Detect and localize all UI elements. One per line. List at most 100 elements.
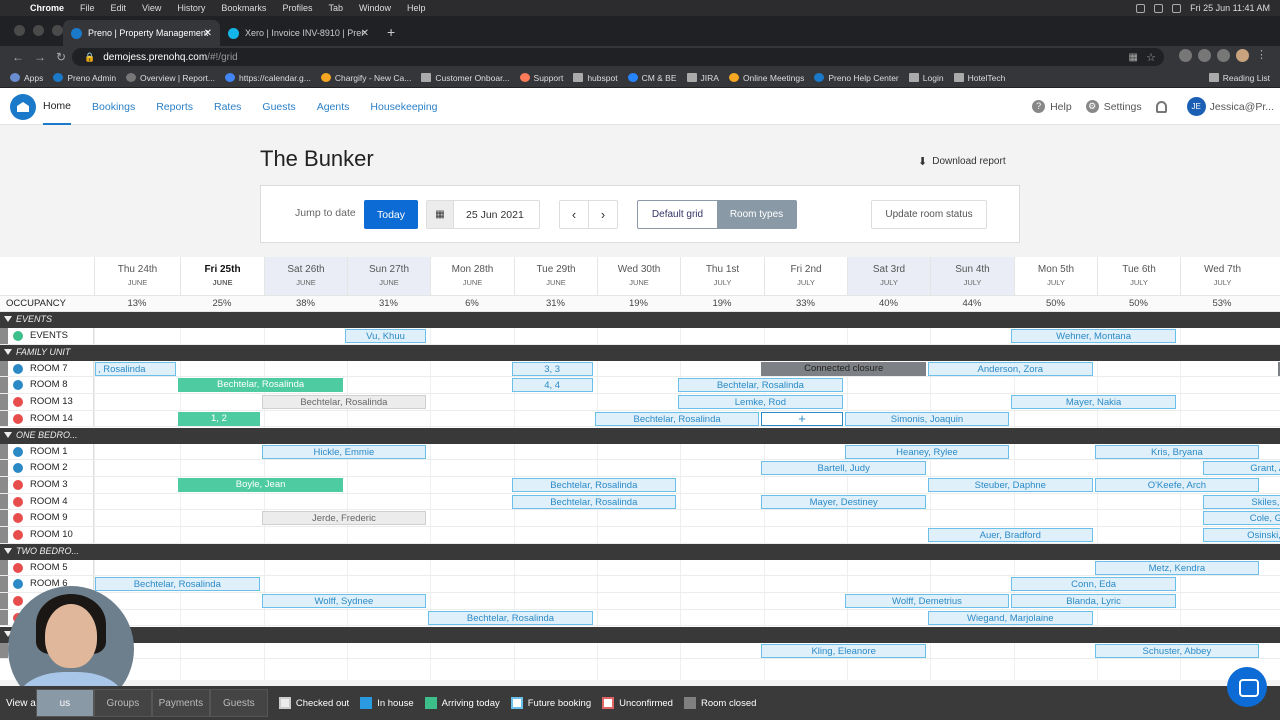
booking-bar[interactable]: Bechtelar, Rosalinda [594, 411, 760, 426]
room-types-button[interactable]: Room types [717, 201, 796, 228]
room-status-icon[interactable] [13, 562, 23, 573]
booking-bar[interactable]: Lemke, Rod [678, 395, 843, 410]
booking-bar[interactable]: Auer, Bradford [928, 528, 1093, 542]
booking-bar[interactable]: 4, 4 [511, 378, 593, 393]
room-status-icon[interactable] [13, 463, 23, 474]
os-menu-item[interactable]: View [142, 3, 161, 13]
browser-tab-preno[interactable]: Preno | Property Management ✕ [63, 20, 220, 46]
room-status-icon[interactable] [13, 397, 23, 408]
booking-bar[interactable]: O'Keefe, Arch [1094, 477, 1260, 492]
preno-logo-icon[interactable] [10, 94, 36, 120]
booking-bar[interactable]: Osinski, Fur [1202, 528, 1280, 542]
booking-bar[interactable]: Metz, Kendra [1094, 560, 1260, 575]
nav-reports[interactable]: Reports [156, 88, 193, 125]
view-tab-0[interactable]: us [35, 689, 94, 717]
booking-bar[interactable]: Bechtelar, Rosalinda [95, 577, 260, 592]
default-grid-button[interactable]: Default grid [638, 201, 717, 228]
group-header[interactable]: ONE BEDRO... [0, 427, 1280, 444]
booking-bar[interactable]: Anderson, Zora [928, 361, 1093, 376]
booking-bar[interactable]: Cole, Gretc [1202, 511, 1280, 526]
room-label[interactable]: ROOM 7 [0, 360, 94, 377]
close-tab-icon[interactable]: ✕ [361, 28, 369, 39]
room-status-icon[interactable] [13, 363, 23, 374]
room-label[interactable]: ROOM 2 [0, 460, 94, 476]
room-label[interactable]: ROOM 10 [0, 527, 94, 543]
view-tab-3[interactable]: Guests [209, 689, 268, 717]
os-menu-item[interactable]: Help [407, 3, 426, 13]
room-status-icon[interactable] [13, 380, 23, 391]
booking-bar[interactable]: Vu, Khuu [344, 329, 427, 343]
booking-bar[interactable]: Skiles, Elie [1202, 494, 1280, 509]
booking-bar[interactable]: Wolff, Demetrius [844, 594, 1010, 609]
bookmark-item[interactable]: CM & BE [627, 73, 677, 83]
booking-bar[interactable]: Kris, Bryana [1094, 444, 1260, 459]
room-label[interactable]: EVENTS [0, 328, 94, 344]
bookmark-item[interactable]: Preno Help Center [814, 73, 899, 83]
group-header[interactable] [0, 626, 1280, 643]
bookmark-item[interactable]: Login [908, 73, 944, 83]
close-window-button[interactable] [14, 25, 25, 36]
room-status-icon[interactable] [13, 479, 23, 490]
more-menu-icon[interactable]: ⋮ [1255, 49, 1268, 62]
bookmark-item[interactable]: Support [519, 73, 563, 83]
forward-icon[interactable]: → [34, 50, 46, 64]
booking-bar[interactable]: Bechtelar, Rosalinda [428, 610, 593, 625]
group-header[interactable]: FAMILY UNIT [0, 344, 1280, 361]
browser-tab-xero[interactable]: Xero | Invoice INV-8910 | Preno ✕ [220, 20, 377, 46]
room-status-icon[interactable] [13, 446, 23, 457]
booking-bar[interactable]: Wehner, Montana [1011, 329, 1176, 343]
group-header[interactable]: TWO BEDRO... [0, 543, 1280, 560]
bookmark-item[interactable]: Apps [10, 73, 43, 83]
booking-bar[interactable]: Boyle, Jean [178, 477, 343, 492]
room-status-icon[interactable] [13, 596, 23, 607]
help-link[interactable]: ? Help [1032, 100, 1072, 113]
zoom-window-button[interactable] [52, 25, 63, 36]
room-label[interactable]: ROOM 14 [0, 410, 94, 427]
nav-rates[interactable]: Rates [214, 88, 241, 125]
reading-list-button[interactable]: Reading List [1208, 73, 1270, 83]
profile-avatar-icon[interactable] [1236, 49, 1249, 62]
bookmark-item[interactable]: Customer Onboar... [421, 73, 510, 83]
calendar-icon[interactable]: ▦ [427, 201, 454, 228]
settings-link[interactable]: ⚙ Settings [1085, 100, 1142, 113]
next-icon[interactable]: › [589, 201, 617, 228]
puzzle-icon[interactable] [1217, 49, 1230, 62]
booking-bar[interactable]: Conn, Eda [1011, 577, 1176, 592]
os-menu-item[interactable]: Profiles [282, 3, 312, 13]
collapse-icon[interactable] [4, 316, 12, 322]
bookmark-item[interactable]: Chargify - New Ca... [320, 73, 411, 83]
os-menu-item[interactable]: Edit [111, 3, 127, 13]
booking-bar[interactable]: Jerde, Frederic [261, 511, 427, 526]
booking-bar[interactable]: Steuber, Daphne [928, 477, 1093, 492]
collapse-icon[interactable] [4, 547, 12, 554]
booking-bar[interactable]: Bechtelar, Rosalinda [511, 494, 677, 509]
avatar[interactable]: JE [1186, 97, 1206, 116]
collapse-icon[interactable] [4, 431, 12, 438]
nav-housekeeping[interactable]: Housekeeping [370, 88, 437, 125]
room-status-icon[interactable] [13, 579, 23, 590]
os-menu-app[interactable]: Chrome [30, 3, 64, 13]
date-picker[interactable]: ▦ 25 Jun 2021 [426, 200, 540, 229]
os-menu-item[interactable]: Window [359, 3, 391, 13]
booking-bar[interactable]: Hickle, Emmie [261, 444, 427, 459]
bookmark-item[interactable]: hubspot [573, 73, 618, 83]
booking-bar[interactable]: Bechtelar, Rosalinda [511, 477, 677, 492]
booking-bar[interactable]: Bartell, Judy [761, 461, 926, 476]
os-menu-item[interactable]: Tab [328, 3, 343, 13]
bookmark-item[interactable]: Preno Admin [53, 73, 116, 83]
bookmark-item[interactable]: HotelTech [953, 73, 1005, 83]
nav-guests[interactable]: Guests [262, 88, 295, 125]
room-label[interactable]: ROOM 4 [0, 493, 94, 510]
qr-code-icon[interactable]: ▦ [1129, 52, 1138, 63]
chat-icon[interactable] [1227, 667, 1267, 707]
view-tab-2[interactable]: Payments [151, 689, 210, 717]
bookmark-item[interactable]: https://calendar.g... [225, 73, 311, 83]
booking-bar[interactable]: Bechtelar, Rosalinda [678, 378, 843, 393]
group-header[interactable]: EVENTS [0, 312, 1280, 328]
booking-bar[interactable]: 3, 3 [511, 361, 593, 376]
user-name[interactable]: Jessica@Pr... [1210, 101, 1274, 113]
bookmark-item[interactable]: JIRA [686, 73, 719, 83]
room-label[interactable]: ROOM 13 [0, 394, 94, 410]
booking-bar[interactable]: Bechtelar, Rosalinda [178, 378, 343, 393]
booking-bar[interactable]: Kling, Eleanore [761, 643, 926, 658]
